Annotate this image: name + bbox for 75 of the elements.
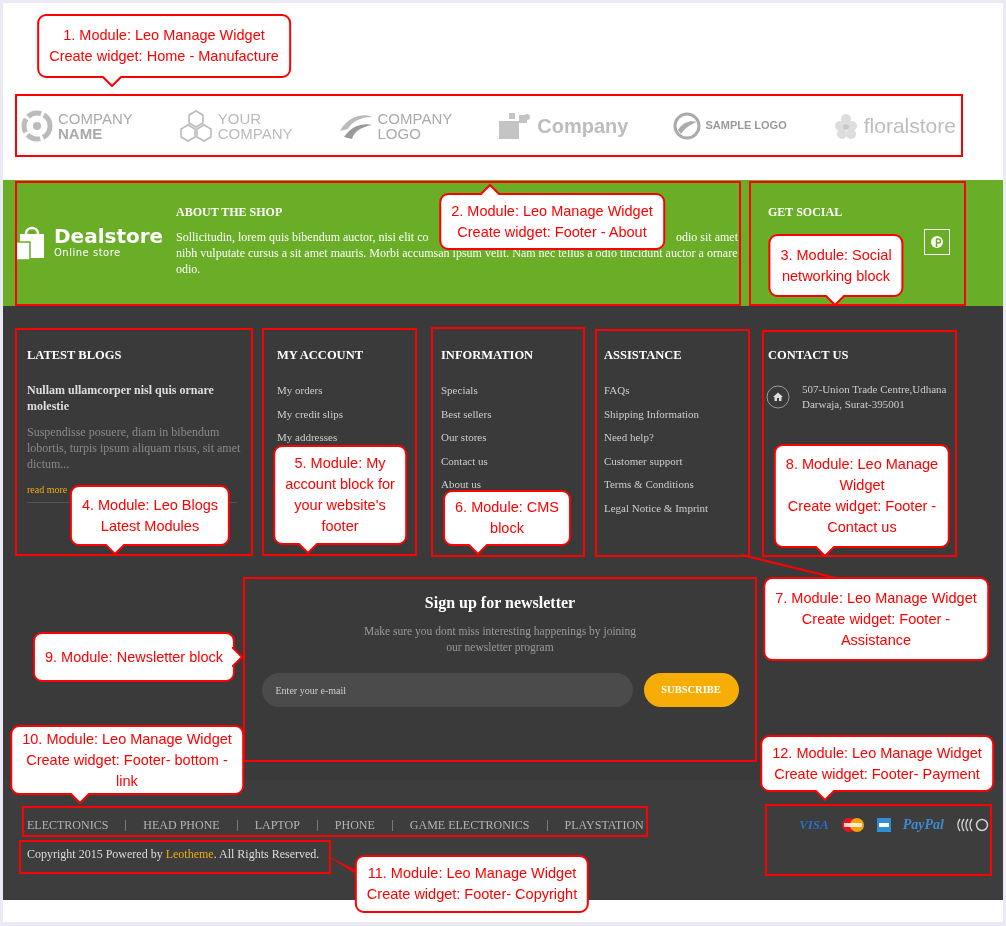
callout: 5. Module: My account block for your website's footer bbox=[273, 445, 407, 545]
callout: 10. Module: Leo Manage Widget Create widget: Footer- bottom - link bbox=[10, 725, 244, 795]
footer-link[interactable]: Contact us bbox=[441, 452, 488, 469]
bottom-link[interactable]: GAME ELECTRONICS bbox=[392, 818, 530, 833]
about-text: Sollicitudin, lorem quis bibendum auctor, nisi elit co bbox=[176, 229, 429, 245]
callout-pointer bbox=[480, 184, 500, 195]
hexagons-logo-icon bbox=[177, 108, 214, 143]
bottom-link[interactable]: PHONE bbox=[317, 818, 375, 833]
footer-link[interactable]: Our stores bbox=[441, 429, 487, 445]
callout: 4. Module: Leo Blogs Latest Modules bbox=[69, 485, 231, 546]
footer-link[interactable]: Shipping Information bbox=[604, 405, 700, 422]
contact-address: 507-Union Trade Centre,Udhana Darwaja, Surat-395001 bbox=[802, 382, 948, 412]
ring-logo-icon bbox=[20, 108, 54, 143]
footer-link[interactable]: About us bbox=[441, 476, 482, 492]
footer-link[interactable]: FAQs bbox=[604, 382, 630, 398]
footer-link[interactable]: Customer support bbox=[604, 452, 683, 469]
callout-pointer bbox=[298, 543, 318, 554]
callout-pointer bbox=[70, 793, 90, 804]
bottom-link[interactable]: ELECTRONICS bbox=[27, 818, 109, 833]
footer-link[interactable]: Best sellers bbox=[441, 405, 492, 422]
blog-excerpt: Suspendisse posuere, diam in bibendum lobortis, turpis ipsum aliquam risus, sit amet dictum... bbox=[27, 424, 242, 472]
section-heading: ABOUT THE SHOP bbox=[176, 205, 283, 219]
logo-text: YOUR COMPANY bbox=[217, 110, 293, 141]
logo-text: floralstore bbox=[863, 112, 956, 139]
about-text: odio sit amet bbox=[676, 229, 738, 245]
logo-text: COMPANY LOGO bbox=[377, 110, 453, 141]
bottom-link[interactable]: HEAD PHONE bbox=[126, 818, 220, 833]
contactless-icon bbox=[956, 817, 990, 833]
copyright-text: Copyright 2015 Powered by Leotheme. All Rights Reserved. bbox=[27, 847, 320, 862]
footer-link[interactable]: My orders bbox=[277, 382, 323, 398]
column-heading: CONTACT US bbox=[768, 348, 850, 362]
logo-text: Company bbox=[537, 113, 629, 139]
column-heading: INFORMATION bbox=[441, 348, 535, 362]
brand-tagline: Online store bbox=[54, 247, 122, 259]
callout: 2. Module: Leo Manage Widget Create widget: Footer - About bbox=[439, 193, 665, 250]
footer-link[interactable]: Terms & Conditions bbox=[604, 476, 694, 492]
newsletter-text: Make sure you dont miss interesting happenings by joining our newsletter program bbox=[362, 624, 638, 655]
callout: 12. Module: Leo Manage Widget Create widget: Footer- Payment bbox=[760, 735, 994, 792]
callout: 8. Module: Leo Manage Widget Create widget: Footer - Contact us bbox=[773, 444, 951, 548]
logo-text: SAMPLE LOGO bbox=[705, 118, 787, 134]
column-heading: ASSISTANCE bbox=[604, 348, 683, 362]
brand-name: Dealstore bbox=[54, 225, 164, 247]
callout-pointer bbox=[102, 76, 122, 87]
home-icon bbox=[766, 385, 790, 409]
callout: 3. Module: Social networking block bbox=[768, 234, 904, 297]
blog-title[interactable]: Nullam ullamcorper nisl quis ornare molestie bbox=[27, 382, 253, 414]
callout-pointer bbox=[825, 295, 845, 306]
footer-link[interactable]: Specials bbox=[441, 382, 478, 398]
footer-link[interactable]: Need help? bbox=[604, 429, 654, 445]
column-heading: LATEST BLOGS bbox=[27, 348, 123, 362]
leotheme-link[interactable]: Leotheme bbox=[165, 847, 214, 861]
visa-logo: VISA bbox=[799, 817, 829, 833]
column-heading: MY ACCOUNT bbox=[277, 348, 364, 362]
callout-pointer bbox=[815, 546, 835, 557]
email-field[interactable]: Enter your e-mail bbox=[261, 673, 633, 707]
callout: 6. Module: CMS block bbox=[443, 490, 571, 546]
callout: 1. Module: Leo Manage Widget Create widget: Home - Manufacture bbox=[37, 14, 291, 78]
footer-link[interactable]: My addresses bbox=[277, 429, 338, 445]
paypal-logo: PayPal bbox=[902, 817, 944, 833]
callout-pointer bbox=[105, 544, 125, 555]
globe-logo-icon bbox=[673, 111, 702, 140]
pinterest-icon bbox=[924, 229, 950, 255]
footer-link[interactable]: Legal Notice & Imprint bbox=[604, 499, 709, 516]
logo-text: COMPANY NAME bbox=[58, 110, 133, 141]
callout-pointer bbox=[232, 647, 243, 667]
callout: 9. Module: Newsletter block bbox=[32, 632, 236, 682]
bottom-link[interactable]: PLAYSTATION bbox=[547, 818, 644, 833]
callout-pointer bbox=[815, 790, 835, 801]
callout: 11. Module: Leo Manage Widget Create widget: Footer- Copyright bbox=[354, 855, 590, 913]
footer-link[interactable]: My credit slips bbox=[277, 405, 343, 422]
bottom-link[interactable]: LAPTOP bbox=[237, 818, 300, 833]
newsletter-heading: Sign up for newsletter bbox=[424, 593, 576, 613]
callout-pointer bbox=[468, 544, 488, 555]
callout: 7. Module: Leo Manage Widget Create widget: Footer - Assistance bbox=[763, 577, 989, 661]
section-heading: GET SOCIAL bbox=[768, 205, 843, 219]
